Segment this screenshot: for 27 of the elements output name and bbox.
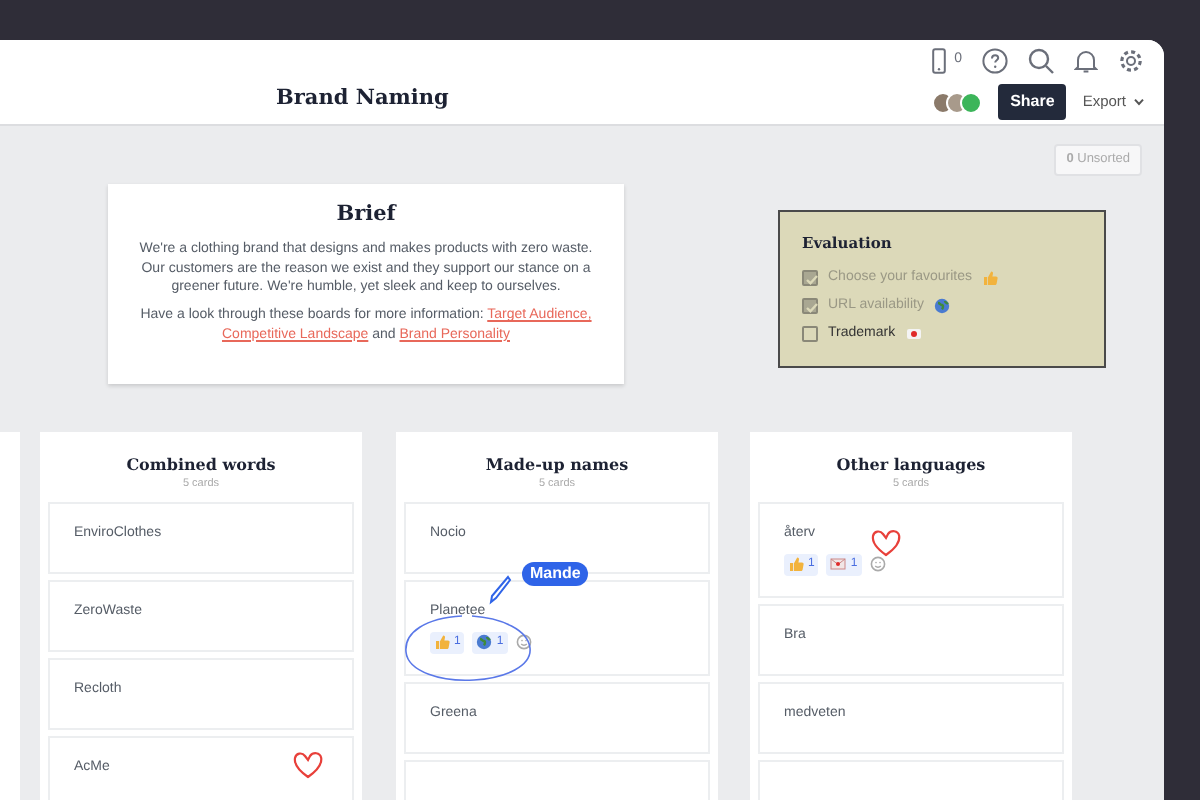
phone-icon[interactable]	[932, 48, 947, 74]
column-title: Other languages	[834, 452, 988, 476]
stamp-icon	[905, 328, 922, 341]
avatar	[960, 91, 983, 113]
cursor-label: Mande	[522, 562, 589, 586]
checkbox[interactable]	[802, 326, 818, 343]
help-icon[interactable]	[982, 48, 1008, 74]
share-button[interactable]: Share	[998, 84, 1067, 120]
column-title: Combined words	[124, 452, 278, 476]
add-reaction-icon[interactable]	[515, 634, 532, 651]
bell-icon[interactable]	[1074, 48, 1098, 74]
thumbs-up-icon	[981, 270, 998, 287]
column-title: Made-up names	[483, 452, 631, 476]
thumbs-up-icon	[788, 556, 804, 573]
envelope-icon	[830, 558, 847, 571]
pen-cursor-icon	[488, 574, 512, 606]
caret-icon	[1134, 98, 1144, 106]
board-title: Brand Naming	[276, 84, 449, 114]
add-reaction-icon[interactable]	[869, 556, 886, 573]
thumbs-up-icon	[434, 634, 450, 651]
globe-icon	[476, 634, 493, 651]
search-icon[interactable]	[1028, 48, 1054, 74]
settings-icon[interactable]	[1118, 48, 1144, 74]
checkbox[interactable]	[802, 270, 818, 287]
globe-icon	[933, 298, 950, 315]
brief-title: Brief	[334, 200, 399, 230]
checkbox[interactable]	[802, 298, 818, 315]
